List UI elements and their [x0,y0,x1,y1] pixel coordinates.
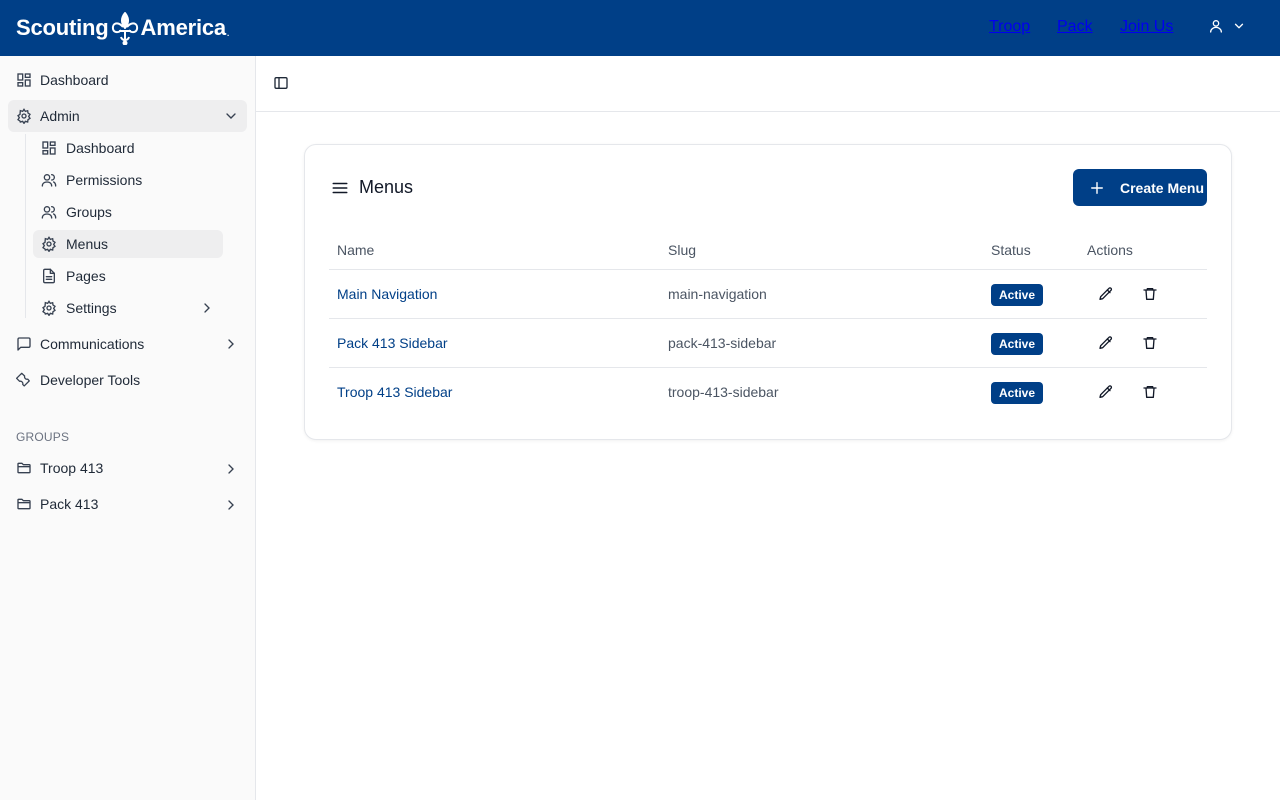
sidebar-item-menus[interactable]: Menus [33,230,223,258]
chevron-down-icon [223,108,239,124]
pencil-icon [1099,385,1113,398]
sidebar-item-groups[interactable]: Groups [33,198,223,226]
edit-button[interactable] [1098,286,1116,304]
brand-logo-right: America [140,15,227,40]
gear-icon [16,108,32,124]
status-badge: Active [991,382,1043,404]
menu-slug: pack-413-sidebar [668,335,777,351]
card-title-text: Menus [359,177,414,197]
menus-card: Menus Create Menu Name Slug Status Actio… [304,144,1232,440]
sidebar-item-label: Communications [40,336,145,352]
user-icon [1210,20,1222,33]
delete-button[interactable] [1142,335,1160,353]
table-row: Troop 413 Sidebar troop-413-sidebar Acti… [329,367,1207,416]
menu-slug: main-navigation [668,286,767,302]
column-header-actions: Actions [1087,242,1133,258]
sidebar-item-label: Menus [66,236,109,252]
sidebar-item-label: Dashboard [40,72,109,88]
sidebar-item-admin[interactable]: Admin [8,100,247,132]
card-title: Menus [331,177,413,198]
menu-name-link[interactable]: Main Navigation [337,286,437,302]
sidebar-groups-heading: GROUPS [16,430,70,444]
edit-button[interactable] [1098,384,1116,402]
create-menu-label: Create Menu [1120,179,1205,196]
brand-logo-left: Scouting [16,15,109,40]
status-badge: Active [991,333,1043,355]
sidebar-item-dashboard[interactable]: Dashboard [8,64,247,96]
sidebar-item-label: Pages [66,268,106,284]
sidebar-submenu-rail [25,134,26,318]
sidebar-item-label: Permissions [66,172,143,188]
fleur-de-lis-icon [111,12,138,45]
column-header-name: Name [337,242,375,258]
sidebar-group-troop-413[interactable]: Troop 413 [8,452,247,484]
dashboard-icon [16,72,32,88]
chevron-down-icon [1234,23,1244,29]
sidebar-item-label: Troop 413 [40,460,104,476]
nav-link-pack[interactable]: Pack [1057,18,1093,36]
user-menu-button[interactable] [1208,18,1246,34]
sidebar-item-communications[interactable]: Communications [8,328,247,360]
content-header [256,56,1280,112]
sidebar: Dashboard Admin Dashboard Permissions Gr… [0,56,256,800]
gear-icon [41,236,57,252]
sidebar-item-label: Developer Tools [40,372,141,388]
nav-link-troop[interactable]: Troop [989,18,1030,36]
plus-icon [1090,181,1104,195]
top-bar: Scouting America . Troop Pack Join Us [0,0,1280,56]
column-header-status: Status [991,242,1031,258]
menu-name-link[interactable]: Pack 413 Sidebar [337,335,448,351]
folder-icon [16,460,32,476]
sidebar-group-pack-413[interactable]: Pack 413 [8,488,247,520]
chevron-right-icon [223,497,239,513]
status-badge: Active [991,284,1043,306]
sidebar-item-label: Settings [66,300,117,316]
pencil-icon [1099,336,1113,349]
delete-button[interactable] [1142,384,1160,402]
table-row: Main Navigation main-navigation Active [329,269,1207,318]
file-icon [41,268,57,284]
column-header-slug: Slug [668,242,697,258]
panel-left-icon [274,77,288,89]
sidebar-item-admin-dashboard[interactable]: Dashboard [33,134,223,162]
gear-icon [41,300,57,316]
brand-logo-mark: . [226,29,229,38]
pencil-icon [1099,287,1113,300]
users-icon [41,204,57,220]
menu-slug: troop-413-sidebar [668,384,779,400]
folder-icon [16,496,32,512]
brand-logo[interactable]: Scouting America . [16,10,229,46]
users-icon [41,172,57,188]
dashboard-icon [41,140,57,156]
menu-icon [332,182,348,193]
sidebar-item-developer-tools[interactable]: Developer Tools [8,364,247,396]
sidebar-toggle-button[interactable] [273,75,291,93]
nav-link-join-us[interactable]: Join Us [1120,18,1173,36]
chevron-right-icon [223,336,239,352]
sidebar-item-label: Pack 413 [40,496,99,512]
sidebar-item-permissions[interactable]: Permissions [33,166,223,194]
wrench-icon [16,372,32,388]
edit-button[interactable] [1098,335,1116,353]
table-row: Pack 413 Sidebar pack-413-sidebar Active [329,318,1207,367]
delete-button[interactable] [1142,286,1160,304]
sidebar-item-label: Admin [40,108,80,124]
menu-name-link[interactable]: Troop 413 Sidebar [337,384,452,400]
create-menu-button[interactable]: Create Menu [1073,169,1207,206]
sidebar-item-pages[interactable]: Pages [33,262,223,290]
chevron-right-icon [223,461,239,477]
message-icon [16,336,32,352]
trash-icon [1143,288,1157,300]
sidebar-item-label: Dashboard [66,140,135,156]
sidebar-item-settings[interactable]: Settings [33,294,223,322]
trash-icon [1143,386,1157,398]
trash-icon [1143,337,1157,349]
chevron-right-icon [199,300,215,316]
sidebar-item-label: Groups [66,204,112,220]
